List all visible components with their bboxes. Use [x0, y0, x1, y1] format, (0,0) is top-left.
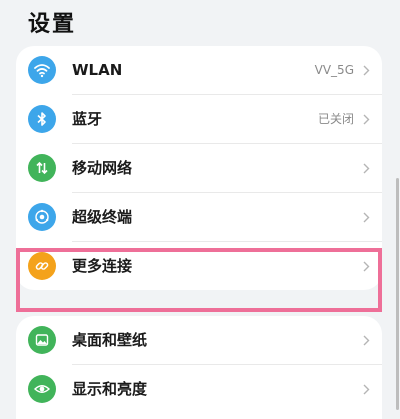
wifi-icon — [28, 56, 56, 84]
settings-group-display: 桌面和壁纸 显示和亮度 — [16, 316, 382, 419]
highlight-box — [16, 248, 382, 312]
settings-item-wlan[interactable]: WLAN VV_5G — [16, 46, 382, 95]
chevron-right-icon — [363, 114, 370, 125]
chevron-right-icon — [363, 335, 370, 346]
wallpaper-icon — [28, 326, 56, 354]
settings-item-label: 桌面和壁纸 — [72, 331, 148, 349]
chevron-right-icon — [363, 65, 370, 76]
settings-item-bluetooth[interactable]: 蓝牙 已关闭 — [16, 95, 382, 144]
mobile-network-icon — [28, 154, 56, 182]
settings-item-wallpaper[interactable]: 桌面和壁纸 — [16, 316, 382, 365]
page-title: 设置 — [28, 12, 77, 37]
scrollbar[interactable] — [396, 178, 399, 410]
super-device-icon — [28, 203, 56, 231]
settings-item-label: 显示和亮度 — [72, 380, 148, 398]
settings-item-mobile-network[interactable]: 移动网络 — [16, 144, 382, 193]
settings-item-label: 超级终端 — [72, 208, 133, 226]
chevron-right-icon — [363, 384, 370, 395]
chevron-right-icon — [363, 163, 370, 174]
chevron-right-icon — [363, 212, 370, 223]
settings-item-label: 移动网络 — [72, 159, 133, 177]
settings-item-super-device[interactable]: 超级终端 — [16, 193, 382, 242]
settings-item-value: 已关闭 — [317, 112, 354, 126]
bluetooth-icon — [28, 105, 56, 133]
settings-item-display-brightness[interactable]: 显示和亮度 — [16, 365, 382, 414]
settings-item-label: 蓝牙 — [72, 110, 103, 128]
settings-item-value: VV_5G — [314, 63, 354, 77]
settings-item-label: WLAN — [72, 61, 123, 79]
eye-icon — [28, 375, 56, 403]
